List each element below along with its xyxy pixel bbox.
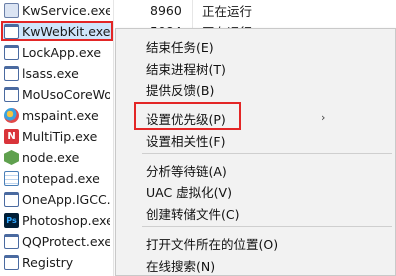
window-icon <box>4 234 19 249</box>
process-name: KwWebKit.exe <box>22 24 110 39</box>
menu-item-end-task[interactable]: 结束任务(E) <box>146 37 214 56</box>
process-name: lsass.exe <box>22 66 79 81</box>
menu-item-set-priority[interactable]: 设置优先级(P) <box>146 109 226 128</box>
process-name: mspaint.exe <box>22 108 99 123</box>
window-icon <box>4 255 19 270</box>
photoshop-icon: Ps <box>4 213 19 228</box>
menu-item-set-affinity[interactable]: 设置相关性(F) <box>146 131 225 150</box>
window-icon <box>4 24 19 39</box>
window-icon <box>4 66 19 81</box>
service-icon <box>4 3 19 18</box>
menu-item-open-file-location[interactable]: 打开文件所在的位置(O) <box>146 234 278 253</box>
process-name: LockApp.exe <box>22 45 102 60</box>
menu-separator <box>142 153 392 154</box>
notepad-icon <box>4 171 19 186</box>
multitip-icon: N <box>4 129 19 144</box>
process-name: QQProtect.exe <box>22 234 110 249</box>
menu-item-end-process-tree[interactable]: 结束进程树(T) <box>146 59 226 78</box>
menu-item-uac-virtualization[interactable]: UAC 虚拟化(V) <box>146 182 232 201</box>
process-name: MoUsoCoreWorker.exe <box>22 87 110 102</box>
window-icon <box>4 45 19 60</box>
context-menu: 结束任务(E) 结束进程树(T) 提供反馈(B) 设置优先级(P) › 设置相关… <box>115 28 396 276</box>
process-row[interactable]: KwService.exe 8960 正在运行 <box>0 0 396 21</box>
menu-item-search-online[interactable]: 在线搜索(N) <box>146 256 215 275</box>
process-name: KwService.exe <box>22 3 110 18</box>
process-name: node.exe <box>22 150 80 165</box>
menu-item-analyze-wait-chain[interactable]: 分析等待链(A) <box>146 161 227 180</box>
menu-item-create-dump[interactable]: 创建转储文件(C) <box>146 204 239 223</box>
process-status: 正在运行 <box>202 4 253 19</box>
window-icon <box>4 87 19 102</box>
paint-icon <box>4 108 19 123</box>
menu-separator <box>142 226 392 227</box>
process-name: MultiTip.exe <box>22 129 98 144</box>
process-name: Photoshop.exe <box>22 213 110 228</box>
node-icon <box>4 150 19 165</box>
window-icon <box>4 192 19 207</box>
process-name: notepad.exe <box>22 171 100 186</box>
submenu-arrow-icon: › <box>321 111 326 124</box>
menu-item-feedback[interactable]: 提供反馈(B) <box>146 80 214 99</box>
process-name: OneApp.IGCC.WinService.exe <box>22 192 110 207</box>
process-pid: 8960 <box>150 3 182 18</box>
process-name: Registry <box>22 255 74 270</box>
